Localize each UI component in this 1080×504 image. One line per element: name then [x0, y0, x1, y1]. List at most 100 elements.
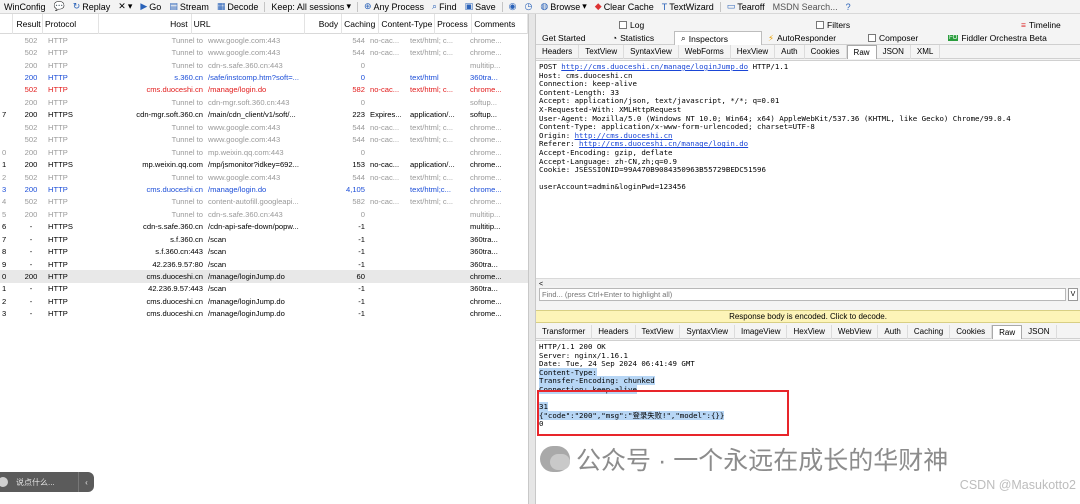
column-header-body[interactable]: Body — [305, 13, 343, 34]
session-row[interactable]: 0 200 HTTP cms.duoceshi.cn/manage/loginJump… — [0, 270, 528, 283]
column-header-number[interactable] — [0, 13, 14, 34]
session-row[interactable]: 4 502 HTTP Tunnel to content-autofill.google… — [0, 196, 528, 208]
clear-cache-button[interactable]: ◆ Clear Cache — [591, 0, 658, 14]
session-row[interactable]: 5 200 HTTP Tunnel to cdn-s.safe.360.cn:443 0 m… — [0, 208, 528, 220]
remove-button[interactable]: ✕ ▾ — [114, 0, 136, 14]
view-tab-syntaxview[interactable]: SyntaxView — [680, 325, 736, 339]
decode-notice-bar[interactable]: Response body is encoded. Click to decod… — [536, 310, 1080, 323]
view-tab-headers[interactable]: Headers — [536, 45, 580, 59]
tearoff-button[interactable]: ▭ Tearoff — [723, 0, 769, 14]
view-tab-cookies[interactable]: Cookies — [805, 45, 847, 59]
session-row[interactable]: 8 - HTTP s.f.360.cn:443/scan -1 360tra... — [0, 245, 528, 257]
view-tab-caching[interactable]: Caching — [908, 325, 951, 339]
session-row[interactable]: 2 - HTTP cms.duoceshi.cn/manage/loginJump.d… — [0, 295, 528, 307]
session-row[interactable]: 7 200 HTTPS cdn-mgr.soft.360.cn/main/cdn_cl… — [0, 109, 528, 121]
tab-autoresponder[interactable]: ⚡ AutoResponder — [762, 31, 862, 45]
session-row[interactable]: 6 - HTTPS cdn-s.safe.360.cn/cdn-api-safe-do… — [0, 221, 528, 233]
view-tab-webforms[interactable]: WebForms — [679, 45, 731, 59]
go-button[interactable]: ▶ Go — [136, 0, 165, 14]
session-row[interactable]: 1 - HTTP 42.236.9.57:443/scan -1 360tra... — [0, 283, 528, 295]
session-row[interactable]: 200 HTTP Tunnel to cdn-s.safe.360.cn:443 0 mu… — [0, 59, 528, 71]
view-tab-webview[interactable]: WebView — [832, 325, 879, 339]
view-in-notepad-button[interactable]: V — [1068, 287, 1078, 301]
tab-log[interactable]: Log — [536, 18, 816, 31]
browse-button[interactable]: ◍ Browse ▾ — [536, 0, 590, 14]
replay-button[interactable]: ↻ Replay — [69, 0, 115, 14]
session-row[interactable]: 3 200 HTTP cms.duoceshi.cn/manage/login.do 4… — [0, 183, 528, 195]
keep-sessions-dropdown[interactable]: Keep: All sessions ▾ — [267, 0, 355, 14]
view-tab-syntaxview[interactable]: SyntaxView — [624, 45, 679, 59]
column-header-process[interactable]: Process — [435, 13, 473, 34]
view-tab-xml[interactable]: XML — [911, 45, 941, 59]
column-header-content-type[interactable]: Content-Type — [379, 13, 436, 34]
session-row[interactable]: 9 - HTTP 42.236.9.57:80/scan -1 360tra... — [0, 258, 528, 270]
process-cell: chrome... — [470, 197, 502, 207]
session-row[interactable]: 200 HTTP s.360.cn/safe/instcomp.htm?soft=.… — [0, 71, 528, 83]
body-size-cell: 60 — [356, 272, 365, 282]
status-code-cell: 502 — [24, 135, 38, 145]
tab-timeline[interactable]: ≡ Timeline — [1021, 18, 1061, 31]
chevron-left-icon[interactable]: ‹ — [78, 472, 94, 492]
screenshot-button[interactable]: ◉ — [505, 0, 521, 14]
view-tab-hexview[interactable]: HexView — [731, 45, 776, 59]
timer-button[interactable]: ◷ — [521, 0, 537, 14]
comment-bubble[interactable]: 说点什么... ‹ — [0, 472, 94, 492]
column-header-host[interactable]: Host — [99, 13, 192, 34]
session-row[interactable]: 502 HTTP Tunnel to www.google.com:443 544 no-… — [0, 46, 528, 58]
msdn-search-input[interactable]: MSDN Search... — [769, 0, 842, 14]
view-tab-raw[interactable]: Raw — [992, 325, 1023, 339]
session-row[interactable]: 3 - HTTP cms.duoceshi.cn/manage/loginJump.d… — [0, 308, 528, 320]
save-button[interactable]: ▣ Save — [461, 0, 500, 14]
session-row[interactable]: 502 HTTP Tunnel to www.google.com:443 544 no-… — [0, 34, 528, 46]
view-tab-headers[interactable]: Headers — [592, 325, 636, 339]
session-row[interactable]: 7 - HTTP s.f.360.cn/scan -1 360tra... — [0, 233, 528, 245]
status-code-cell: 502 — [24, 35, 38, 45]
toolbar-separator — [719, 1, 721, 12]
stream-icon: ▤ — [169, 1, 178, 11]
session-row[interactable]: 502 HTTP cms.duoceshi.cn/manage/login.do 58… — [0, 84, 528, 96]
view-tab-auth[interactable]: Auth — [878, 325, 908, 339]
session-row[interactable]: 502 HTTP Tunnel to www.google.com:443 544 no-… — [0, 121, 528, 133]
view-tab-textview[interactable]: TextView — [636, 325, 681, 339]
view-tab-hexview[interactable]: HexView — [787, 325, 832, 339]
help-button[interactable]: ? — [842, 0, 855, 14]
session-row[interactable]: 0 200 HTTP Tunnel to mp.weixin.qq.com:443 0 ch… — [0, 146, 528, 158]
column-header-protocol[interactable]: Protocol — [43, 13, 99, 34]
textwizard-button[interactable]: T TextWizard — [658, 0, 718, 14]
tab-composer[interactable]: Composer — [862, 31, 942, 45]
comment-button[interactable]: 💬 — [50, 0, 69, 14]
pane-splitter[interactable] — [528, 14, 536, 504]
column-header-result[interactable]: Result — [13, 13, 43, 34]
request-raw-view[interactable]: POST http://cms.duoceshi.cn/manage/login… — [536, 60, 1080, 286]
view-tab-transformer[interactable]: Transformer — [536, 325, 593, 339]
tab-get-started[interactable]: Get Started — [536, 31, 606, 45]
winconfig-button[interactable]: WinConfig — [0, 0, 50, 14]
body-size-cell: 544 — [352, 35, 365, 45]
url-cell: /manage/login.do — [208, 184, 267, 194]
session-row[interactable]: 1 200 HTTPS mp.weixin.qq.com/mp/jsmonitor?i… — [0, 158, 528, 170]
view-tab-json[interactable]: JSON — [877, 45, 911, 59]
find-button[interactable]: ⌕ Find — [428, 0, 461, 14]
view-tab-auth[interactable]: Auth — [775, 45, 805, 59]
decode-button[interactable]: ▦ Decode — [213, 0, 263, 14]
view-tab-textview[interactable]: TextView — [579, 45, 625, 59]
stream-button[interactable]: ▤ Stream — [165, 0, 213, 14]
tab-statistics[interactable]: ◔ Statistics — [606, 31, 674, 45]
view-tab-imageview[interactable]: ImageView — [735, 325, 788, 339]
session-row[interactable]: 200 HTTP Tunnel to cdn-mgr.soft.360.cn:443 0… — [0, 96, 528, 108]
column-header-comments[interactable]: Comments — [472, 13, 528, 34]
view-tab-json[interactable]: JSON — [1022, 325, 1057, 339]
column-header-url[interactable]: URL — [192, 13, 305, 34]
tab-filters[interactable]: Filters — [816, 18, 1021, 31]
tab-inspectors[interactable]: ⌕ Inspectors — [674, 31, 762, 45]
any-process-button[interactable]: ⊕ Any Process — [360, 0, 428, 14]
session-row[interactable]: 2 502 HTTP Tunnel to www.google.com:443 544 no… — [0, 171, 528, 183]
session-number-cell: 7 — [2, 234, 7, 244]
session-row[interactable]: 502 HTTP Tunnel to www.google.com:443 544 no-… — [0, 134, 528, 146]
host-cell: cms.duoceshi.cn — [146, 309, 203, 319]
find-input[interactable] — [539, 287, 1066, 301]
view-tab-raw[interactable]: Raw — [846, 45, 877, 59]
column-header-caching[interactable]: Caching — [342, 13, 380, 34]
tab-fiddler-orchestra[interactable]: FO Fiddler Orchestra Beta — [942, 31, 1080, 45]
view-tab-cookies[interactable]: Cookies — [950, 325, 993, 339]
